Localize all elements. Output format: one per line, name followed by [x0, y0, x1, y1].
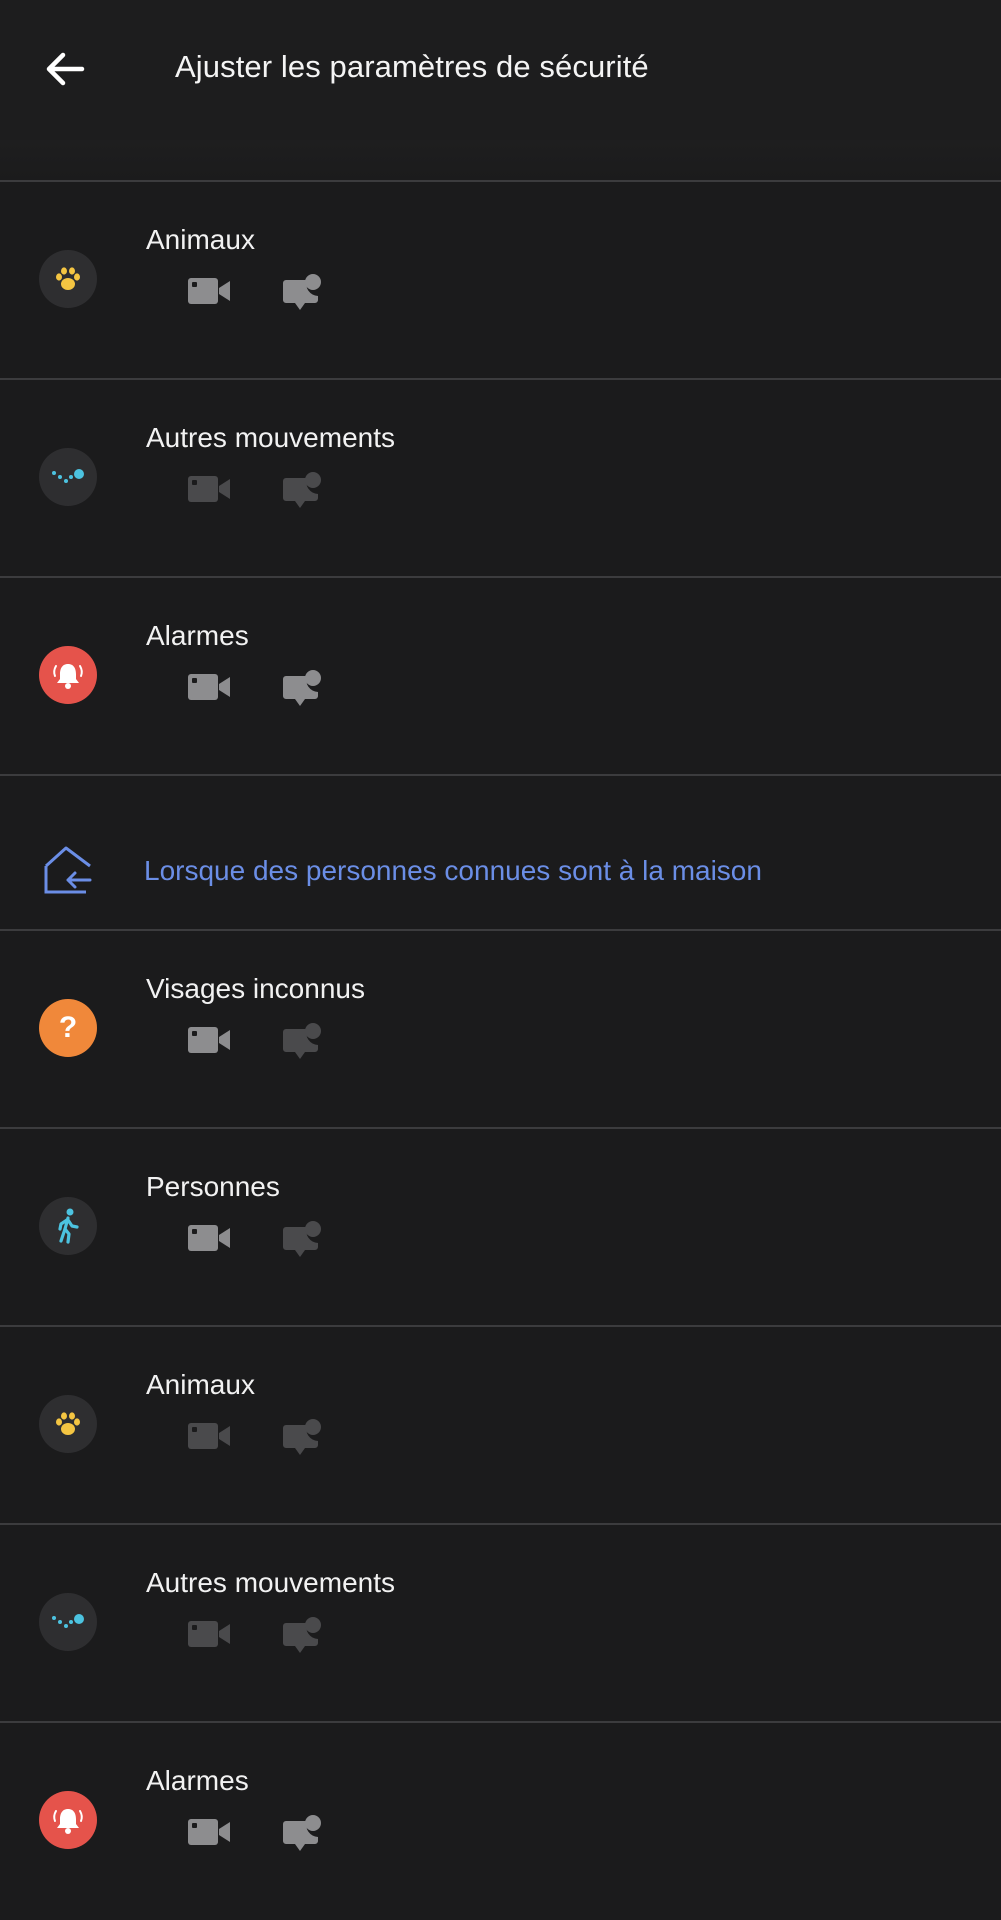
video-record-icon[interactable] — [188, 474, 230, 504]
list-item-animaux[interactable]: Animaux — [0, 1327, 1001, 1523]
list-item-autres-mouvements[interactable]: Autres mouvements — [0, 1525, 1001, 1721]
page-title: Ajuster les paramètres de sécurité — [175, 49, 649, 84]
video-record-icon[interactable] — [188, 672, 230, 702]
paw-icon — [39, 1395, 97, 1453]
list-item-visages-inconnus[interactable]: ? Visages inconnus — [0, 931, 1001, 1127]
video-record-icon[interactable] — [188, 1223, 230, 1253]
notification-bubble-icon[interactable] — [283, 1021, 321, 1061]
notification-bubble-icon[interactable] — [283, 1813, 321, 1853]
video-record-icon[interactable] — [188, 1817, 230, 1847]
notification-bubble-icon[interactable] — [283, 470, 321, 510]
list-item-label: Animaux — [146, 1369, 255, 1400]
home-arrival-icon — [44, 846, 92, 894]
paw-icon — [39, 250, 97, 308]
list-item-label: Animaux — [146, 224, 255, 255]
notification-bubble-icon[interactable] — [283, 668, 321, 708]
list-item-label: Alarmes — [146, 620, 249, 651]
notification-bubble-icon[interactable] — [283, 1417, 321, 1457]
walking-person-icon — [39, 1197, 97, 1255]
alarm-bell-icon — [39, 1791, 97, 1849]
list-item-alarmes[interactable]: Alarmes — [0, 1723, 1001, 1919]
list-item-label: Visages inconnus — [146, 973, 365, 1004]
video-record-icon[interactable] — [188, 276, 230, 306]
video-record-icon[interactable] — [188, 1025, 230, 1055]
section-label: Lorsque des personnes connues sont à la … — [144, 855, 762, 886]
list-item-label: Autres mouvements — [146, 1567, 395, 1598]
app-header: Ajuster les paramètres de sécurité — [0, 0, 1001, 140]
video-record-icon[interactable] — [188, 1619, 230, 1649]
list-item-label: Alarmes — [146, 1765, 249, 1796]
list-item-alarmes[interactable]: Alarmes — [0, 578, 1001, 774]
list-item-personnes[interactable]: Personnes — [0, 1129, 1001, 1325]
list-item-animaux[interactable]: Animaux — [0, 182, 1001, 378]
alarm-bell-icon — [39, 646, 97, 704]
security-settings-list: Animaux Autres mouvements Alarmes Lorsqu… — [0, 180, 1001, 1919]
list-item-autres-mouvements[interactable]: Autres mouvements — [0, 380, 1001, 576]
unknown-face-icon: ? — [39, 999, 97, 1057]
video-record-icon[interactable] — [188, 1421, 230, 1451]
motion-dots-icon — [39, 1593, 97, 1651]
list-item-label: Autres mouvements — [146, 422, 395, 453]
header-shadow — [0, 140, 1001, 180]
motion-dots-icon — [39, 448, 97, 506]
notification-bubble-icon[interactable] — [283, 1219, 321, 1259]
list-item-label: Personnes — [146, 1171, 280, 1202]
notification-bubble-icon[interactable] — [283, 272, 321, 312]
back-arrow-icon[interactable] — [42, 46, 88, 92]
notification-bubble-icon[interactable] — [283, 1615, 321, 1655]
section-known-people-home: Lorsque des personnes connues sont à la … — [0, 776, 1001, 929]
